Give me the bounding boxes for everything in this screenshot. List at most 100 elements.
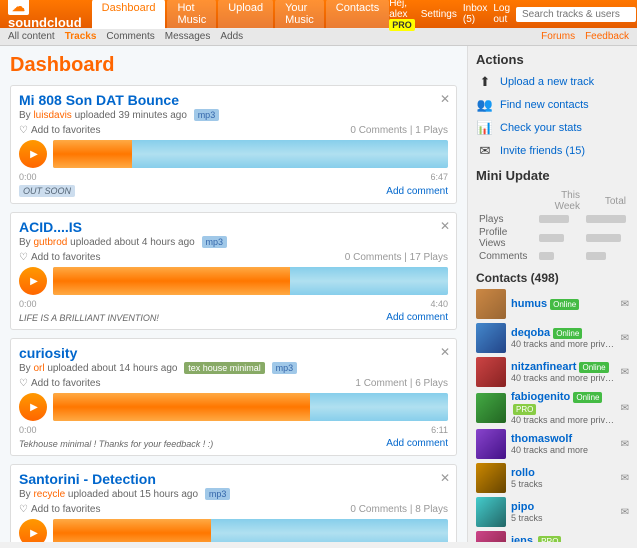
track-badge: mp3 — [202, 236, 228, 248]
subnav-comments[interactable]: Comments — [106, 31, 154, 42]
contact-sub: 40 tracks and more — [511, 445, 616, 455]
close-button[interactable]: ✕ — [440, 345, 450, 359]
contact-name[interactable]: jens — [511, 535, 533, 542]
close-button[interactable]: ✕ — [440, 471, 450, 485]
add-favorites[interactable]: ♡ Add to favorites — [19, 125, 100, 136]
time-current: 0:00 — [19, 172, 37, 182]
subnav-messages[interactable]: Messages — [165, 31, 211, 42]
logo: ☁ soundcloud — [8, 0, 82, 30]
header-right: Hej, alex PRO Settings Inbox (5) Log out — [389, 0, 636, 31]
track-uploader[interactable]: luisdavis — [33, 110, 71, 121]
mail-icon[interactable]: ✉ — [621, 507, 629, 518]
play-button[interactable] — [19, 393, 47, 421]
avatar — [476, 463, 506, 493]
action-stats[interactable]: 📊 Check your stats — [476, 119, 629, 137]
play-button[interactable] — [19, 267, 47, 295]
add-favorites[interactable]: ♡ Add to favorites — [19, 378, 100, 389]
mail-icon[interactable]: ✉ — [621, 333, 629, 344]
track-title[interactable]: Mi 808 Son DAT Bounce — [19, 92, 448, 108]
action-upload[interactable]: ⬆ Upload a new track — [476, 73, 629, 91]
contact-name[interactable]: humus — [511, 298, 547, 310]
waveform-fill — [53, 393, 310, 421]
avatar — [476, 393, 506, 423]
waveform[interactable] — [53, 519, 448, 542]
contact-name[interactable]: rollo — [511, 467, 535, 479]
pro-badge: PRO — [513, 404, 536, 415]
track-title[interactable]: Santorini - Detection — [19, 471, 448, 487]
avatar — [476, 497, 506, 527]
action-invite[interactable]: ✉ Invite friends (15) — [476, 142, 629, 160]
add-comment[interactable]: Add comment — [386, 312, 448, 323]
waveform[interactable] — [53, 267, 448, 295]
subnav-adds[interactable]: Adds — [220, 31, 243, 42]
contact-name[interactable]: pipo — [511, 501, 534, 513]
contact-name[interactable]: thomaswolf — [511, 433, 572, 445]
subnav-all[interactable]: All content — [8, 31, 55, 42]
logout-link[interactable]: Log out — [493, 3, 510, 25]
online-badge: Online — [573, 392, 602, 403]
time-total: 6:47 — [430, 172, 448, 182]
action-upload-label: Upload a new track — [500, 76, 594, 88]
contact-name[interactable]: nitzanfineart — [511, 361, 576, 373]
track-uploader[interactable]: gutbrod — [33, 237, 67, 248]
track-uploader[interactable]: orl — [33, 363, 44, 374]
contact-icons: ✉ — [621, 507, 629, 518]
track-meta: By gutbrod uploaded about 4 hours ago mp… — [19, 237, 448, 248]
contact-sub: 5 tracks — [511, 513, 616, 523]
track-badge-genre: tex house minimal — [184, 362, 265, 374]
track-label: LIFE IS A BRILLIANT INVENTION! — [19, 313, 159, 323]
contact-info: thomaswolf 40 tracks and more — [511, 433, 616, 455]
track-badge: mp3 — [194, 109, 220, 121]
action-contacts-label: Find new contacts — [500, 99, 589, 111]
nav-tab-upload[interactable]: Upload — [218, 0, 273, 29]
nav-tab-contacts[interactable]: Contacts — [326, 0, 389, 29]
feedback-link[interactable]: Feedback — [585, 31, 629, 42]
nav-tab-hotmusic[interactable]: Hot Music — [167, 0, 216, 29]
waveform[interactable] — [53, 140, 448, 168]
contact-item: humus Online ✉ — [476, 289, 629, 319]
waveform[interactable] — [53, 393, 448, 421]
search-input[interactable] — [516, 7, 636, 22]
nav-tab-yourmusic[interactable]: Your Music — [275, 0, 324, 29]
play-button[interactable] — [19, 140, 47, 168]
nav-tab-dashboard[interactable]: Dashboard — [92, 0, 166, 29]
track-uploader[interactable]: recycle — [33, 489, 65, 500]
contact-icons: ✉ — [621, 403, 629, 414]
action-contacts[interactable]: 👥 Find new contacts — [476, 96, 629, 114]
contact-name[interactable]: fabiogenito — [511, 391, 570, 403]
track-title[interactable]: curiosity — [19, 345, 448, 361]
player-row — [19, 140, 448, 168]
contact-name[interactable]: deqoba — [511, 327, 550, 339]
inbox-link[interactable]: Inbox (5) — [463, 3, 487, 25]
row-comments-label: Comments — [476, 250, 536, 263]
row-plays-week — [536, 213, 583, 226]
subnav-tracks[interactable]: Tracks — [65, 31, 97, 42]
track-title[interactable]: ACID....IS — [19, 219, 448, 235]
contact-sub: 40 tracks and more private tracks — [511, 339, 616, 349]
mail-icon[interactable]: ✉ — [621, 299, 629, 310]
settings-link[interactable]: Settings — [421, 9, 457, 20]
avatar — [476, 531, 506, 542]
add-comment[interactable]: Add comment — [386, 186, 448, 197]
online-badge: Online — [579, 362, 608, 373]
forums-link[interactable]: Forums — [541, 31, 575, 42]
avatar — [476, 357, 506, 387]
row-plays-label: Plays — [476, 213, 536, 226]
mini-update: Mini Update This Week Total Plays — [476, 168, 629, 263]
mail-icon[interactable]: ✉ — [621, 541, 629, 543]
mail-icon[interactable]: ✉ — [621, 367, 629, 378]
mail-icon[interactable]: ✉ — [621, 403, 629, 414]
add-comment[interactable]: Add comment — [386, 438, 448, 449]
add-favorites[interactable]: ♡ Add to favorites — [19, 504, 100, 515]
add-favorites[interactable]: ♡ Add to favorites — [19, 252, 100, 263]
track-meta: By luisdavis uploaded 39 minutes ago mp3 — [19, 110, 448, 121]
close-button[interactable]: ✕ — [440, 92, 450, 106]
contact-item: jens PRO 40 tracks and more private trac… — [476, 531, 629, 542]
mail-icon[interactable]: ✉ — [621, 439, 629, 450]
mail-icon[interactable]: ✉ — [621, 473, 629, 484]
subnav: All content Tracks Comments Messages Add… — [0, 28, 637, 46]
contact-sub: 40 tracks and more private tracks — [511, 415, 616, 425]
close-button[interactable]: ✕ — [440, 219, 450, 233]
play-button[interactable] — [19, 519, 47, 542]
contact-sub: 5 tracks — [511, 479, 616, 489]
